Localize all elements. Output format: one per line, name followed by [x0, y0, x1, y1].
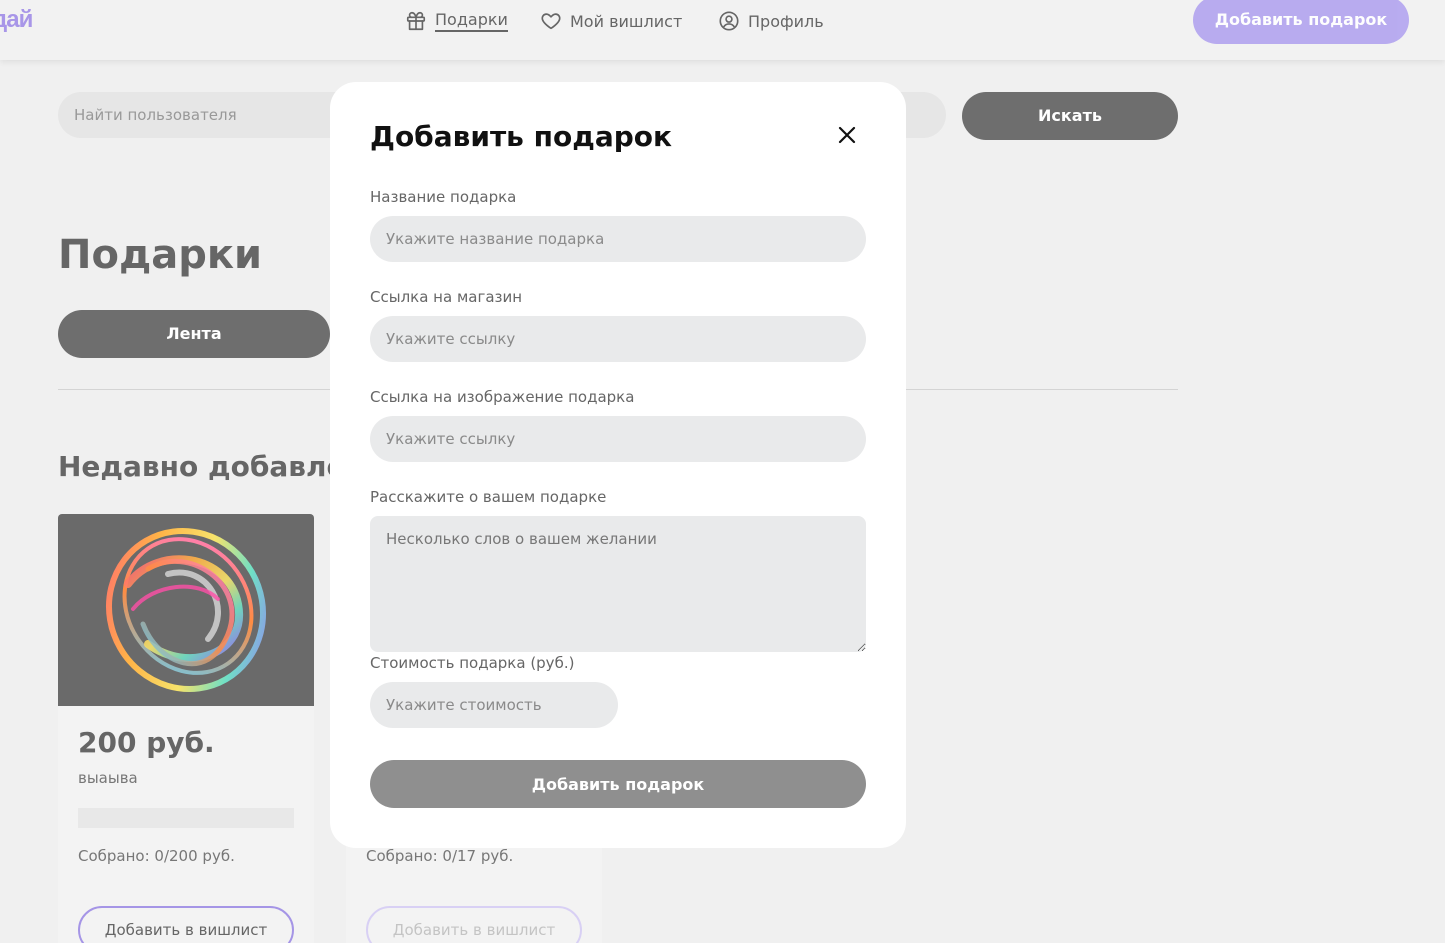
gift-card[interactable]: 200 руб. выаыва Собрано: 0/200 руб. Доба…	[58, 514, 314, 943]
gift-image	[58, 514, 314, 706]
about-gift-textarea[interactable]	[370, 516, 866, 652]
nav-item-profile[interactable]: Профиль	[718, 8, 824, 34]
top-header: дай Подарки Мой вишлист Профиль Добавит	[0, 0, 1445, 60]
abstract-swirl-image	[105, 527, 267, 693]
add-to-wishlist-button[interactable]: Добавить в вишлист	[78, 906, 294, 943]
collected-progress-bar	[78, 808, 294, 828]
page: дай Подарки Мой вишлист Профиль Добавит	[0, 0, 1445, 943]
about-gift-label: Расскажите о вашем подарке	[370, 488, 607, 506]
gift-price-label: Стоимость подарка (руб.)	[370, 654, 575, 672]
modal-title: Добавить подарок	[370, 120, 673, 153]
gift-icon	[406, 11, 426, 31]
gift-description: выаыва	[78, 769, 138, 787]
nav-item-wishlist[interactable]: Мой вишлист	[540, 8, 682, 34]
collected-amount: Собрано: 0/200 руб.	[78, 847, 235, 865]
close-icon[interactable]	[836, 124, 858, 146]
tab-feed[interactable]: Лента	[58, 310, 330, 358]
gift-price-input[interactable]	[370, 682, 618, 728]
collected-amount: Собрано: 0/17 руб.	[366, 847, 514, 865]
logo[interactable]: дай	[0, 6, 33, 34]
shop-link-label: Ссылка на магазин	[370, 288, 523, 306]
image-link-label: Ссылка на изображение подарка	[370, 388, 635, 406]
nav-label-wishlist: Мой вишлист	[570, 11, 683, 31]
page-title: Подарки	[58, 232, 263, 278]
nav-label-profile: Профиль	[748, 11, 824, 31]
header-add-gift-button[interactable]: Добавить подарок	[1193, 0, 1409, 44]
gift-name-input[interactable]	[370, 216, 866, 262]
heart-icon	[541, 13, 561, 30]
submit-add-gift-button[interactable]: Добавить подарок	[370, 760, 866, 808]
gift-name-label: Название подарка	[370, 188, 517, 206]
add-gift-modal: Добавить подарок Название подарка Ссылка…	[330, 82, 906, 848]
add-to-wishlist-button[interactable]: Добавить в вишлист	[366, 906, 582, 943]
gift-price: 200 руб.	[78, 726, 215, 759]
shop-link-input[interactable]	[370, 316, 866, 362]
image-link-input[interactable]	[370, 416, 866, 462]
search-button[interactable]: Искать	[962, 92, 1178, 140]
nav-item-gifts[interactable]: Подарки	[405, 8, 508, 34]
nav-label-gifts: Подарки	[435, 10, 508, 32]
user-circle-icon	[719, 11, 739, 31]
